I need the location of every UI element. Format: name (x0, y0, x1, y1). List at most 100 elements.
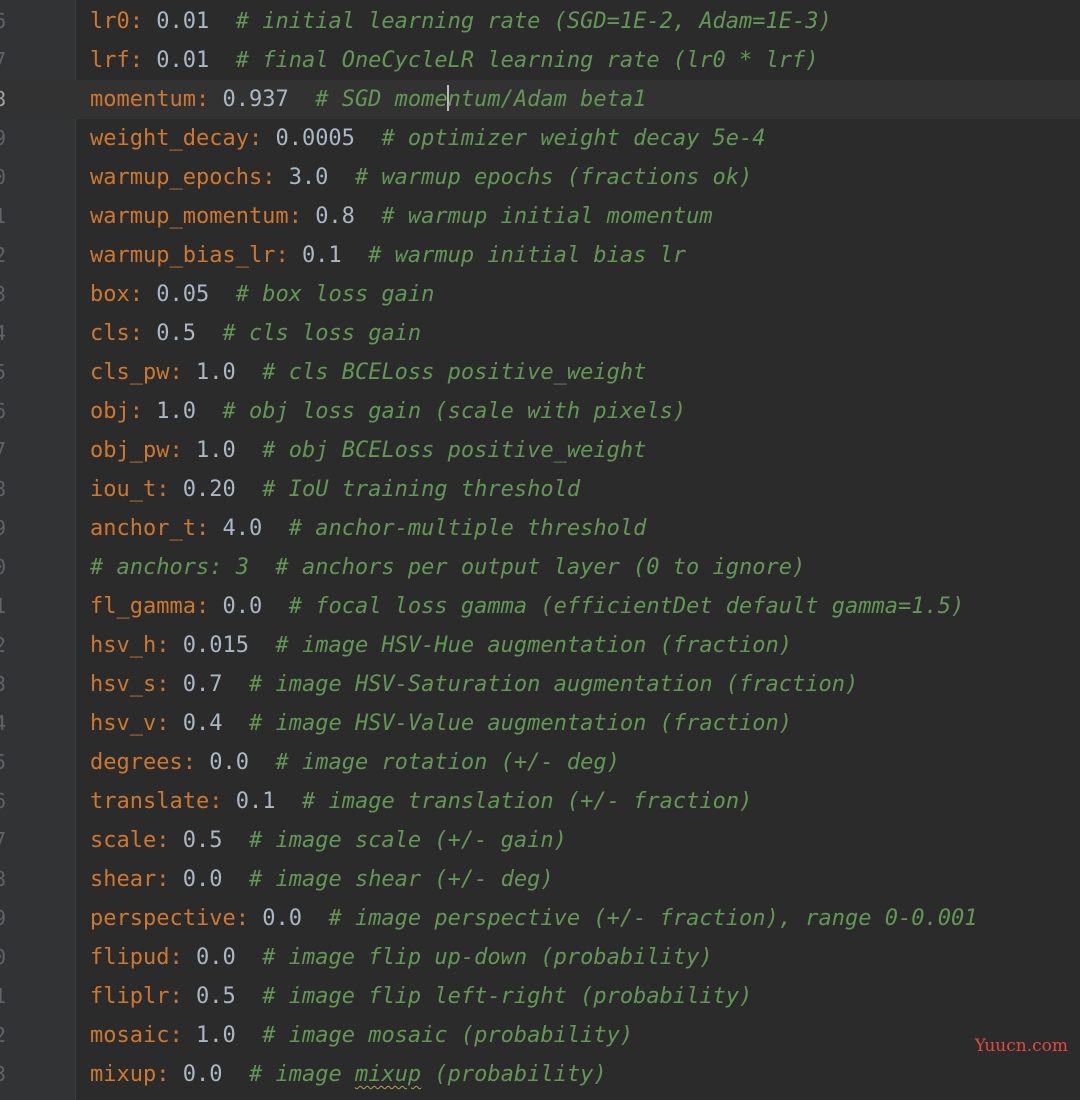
code-line[interactable]: 9 weight_decay: 0.0005 # optimizer weight… (0, 119, 1080, 158)
code-line[interactable]: 3 box: 0.05 # box loss gain (0, 275, 1080, 314)
code-line[interactable]: 1 warmup_momentum: 0.8 # warmup initial m… (0, 197, 1080, 236)
yaml-key: momentum (90, 87, 196, 112)
code-text[interactable]: mosaic: 1.0 # image mosaic (probability) (90, 1016, 633, 1055)
yaml-value: 1.0 (156, 399, 196, 424)
code-text[interactable]: momentum: 0.937 # SGD momentum/Adam beta… (90, 80, 646, 119)
line-number: 5 (0, 750, 7, 774)
code-line[interactable]: 1 fliplr: 0.5 # image flip left-right (pr… (0, 977, 1080, 1016)
code-text[interactable]: # anchors: 3 # anchors per output layer … (90, 548, 805, 587)
line-number: 8 (0, 87, 7, 111)
comment-text: # image HSV-Value augmentation (fraction… (248, 711, 793, 736)
comment-text: # image HSV-Hue augmentation (fraction) (275, 633, 793, 658)
code-text[interactable]: hsv_h: 0.015 # image HSV-Hue augmentatio… (90, 626, 792, 665)
colon: : (129, 9, 157, 34)
code-line[interactable]: 7 obj_pw: 1.0 # obj BCELoss positive_weig… (0, 431, 1080, 470)
code-line[interactable]: 6 lr0: 0.01 # initial learning rate (SGD=… (0, 2, 1080, 41)
code-line[interactable]: 3 mixup: 0.0 # image mixup (probability) (0, 1055, 1080, 1094)
yaml-value: 0.0 (222, 594, 263, 619)
code-line[interactable]: 4 hsv_v: 0.4 # image HSV-Value augmentati… (0, 704, 1080, 743)
yaml-key: obj (90, 399, 130, 424)
code-text[interactable]: scale: 0.5 # image scale (+/- gain) (90, 821, 567, 860)
code-text[interactable]: translate: 0.1 # image translation (+/- … (90, 782, 752, 821)
code-text[interactable]: flipud: 0.0 # image flip up-down (probab… (90, 938, 713, 977)
yaml-key: mosaic (90, 1023, 170, 1048)
line-number: 6 (0, 399, 7, 423)
line-number: 8 (0, 867, 7, 891)
code-line[interactable]: 6 translate: 0.1 # image translation (+/-… (0, 782, 1080, 821)
code-text[interactable]: perspective: 0.0 # image perspective (+/… (90, 899, 977, 938)
code-text[interactable]: lr0: 0.01 # initial learning rate (SGD=1… (90, 2, 832, 41)
comment-text: # image rotation (+/- deg) (275, 750, 620, 775)
code-text[interactable]: shear: 0.0 # image shear (+/- deg) (90, 860, 554, 899)
colon: : (156, 1062, 183, 1087)
code-line[interactable]: 2 mosaic: 1.0 # image mosaic (probability… (0, 1016, 1080, 1055)
code-line[interactable]: 2 warmup_bias_lr: 0.1 # warmup initial bi… (0, 236, 1080, 275)
code-line[interactable]: 5 degrees: 0.0 # image rotation (+/- deg) (0, 743, 1080, 782)
code-line[interactable]: 2 hsv_h: 0.015 # image HSV-Hue augmentati… (0, 626, 1080, 665)
yaml-value: 4.0 (222, 516, 263, 541)
spellcheck-word[interactable]: mixup (355, 1062, 421, 1087)
code-editor[interactable]: 6 lr0: 0.01 # initial learning rate (SGD=… (0, 0, 1080, 1100)
line-number: 6 (0, 789, 7, 813)
yaml-value: 0.0005 (275, 126, 355, 151)
code-text[interactable]: hsv_v: 0.4 # image HSV-Value augmentatio… (90, 704, 792, 743)
code-text[interactable]: warmup_momentum: 0.8 # warmup initial mo… (90, 197, 713, 236)
code-line[interactable]: 9 perspective: 0.0 # image perspective (+… (0, 899, 1080, 938)
code-line[interactable]: 9 anchor_t: 4.0 # anchor-multiple thresho… (0, 509, 1080, 548)
code-text[interactable]: mixup: 0.0 # image mixup (probability) (90, 1055, 607, 1094)
comment-text: # focal loss gamma (efficientDet default… (288, 594, 965, 619)
code-line[interactable]: 5 cls_pw: 1.0 # cls BCELoss positive_weig… (0, 353, 1080, 392)
code-line[interactable]: 8 shear: 0.0 # image shear (+/- deg) (0, 860, 1080, 899)
code-text[interactable]: iou_t: 0.20 # IoU training threshold (90, 470, 580, 509)
code-text[interactable]: warmup_epochs: 3.0 # warmup epochs (frac… (90, 158, 752, 197)
yaml-key: cls (90, 321, 130, 346)
colon: : (156, 828, 183, 853)
code-area[interactable]: 6 lr0: 0.01 # initial learning rate (SGD=… (0, 0, 1080, 1100)
yaml-key: hsv_s (90, 672, 157, 697)
comment-text: (probability) (421, 1062, 607, 1087)
code-line[interactable]: 1 fl_gamma: 0.0 # focal loss gamma (effic… (0, 587, 1080, 626)
line-number: 4 (0, 321, 7, 345)
yaml-key: perspective (90, 906, 236, 931)
code-text[interactable]: fl_gamma: 0.0 # focal loss gamma (effici… (90, 587, 964, 626)
code-line[interactable]: 7 scale: 0.5 # image scale (+/- gain) (0, 821, 1080, 860)
code-line[interactable]: 0 warmup_epochs: 3.0 # warmup epochs (fra… (0, 158, 1080, 197)
code-line[interactable]: 7 lrf: 0.01 # final OneCycleLR learning r… (0, 41, 1080, 80)
code-text[interactable]: warmup_bias_lr: 0.1 # warmup initial bia… (90, 236, 686, 275)
comment-text: # initial learning rate (SGD=1E-2, Adam=… (235, 9, 832, 34)
code-line[interactable]: 4 cls: 0.5 # cls loss gain (0, 314, 1080, 353)
yaml-value: 0.01 (156, 9, 210, 34)
code-text[interactable]: obj: 1.0 # obj loss gain (scale with pix… (90, 392, 686, 431)
yaml-key: warmup_bias_lr (90, 243, 276, 268)
code-line[interactable]: 8 iou_t: 0.20 # IoU training threshold (0, 470, 1080, 509)
comment-text: # anchors: 3 # anchors per output layer … (90, 555, 806, 580)
code-text[interactable]: degrees: 0.0 # image rotation (+/- deg) (90, 743, 620, 782)
comment-text: # cls BCELoss positive_weight (262, 360, 647, 385)
yaml-key: translate (90, 789, 210, 814)
comment-text: # image mosaic (probability) (262, 1023, 634, 1048)
line-number: 0 (0, 165, 7, 189)
yaml-value: 0.01 (156, 48, 210, 73)
code-text[interactable]: weight_decay: 0.0005 # optimizer weight … (90, 119, 766, 158)
code-text[interactable]: anchor_t: 4.0 # anchor-multiple threshol… (90, 509, 646, 548)
colon: : (275, 243, 302, 268)
code-line[interactable]: 0 flipud: 0.0 # image flip up-down (proba… (0, 938, 1080, 977)
comment-text: # warmup initial momentum (381, 204, 713, 229)
code-line[interactable]: 6 obj: 1.0 # obj loss gain (scale with pi… (0, 392, 1080, 431)
code-text[interactable]: box: 0.05 # box loss gain (90, 275, 434, 314)
line-number: 3 (0, 282, 7, 306)
code-text[interactable]: obj_pw: 1.0 # obj BCELoss positive_weigh… (90, 431, 646, 470)
code-line-current[interactable]: 8 momentum: 0.937 # SGD momentum/Adam bet… (0, 80, 1080, 119)
yaml-value: 0.015 (182, 633, 249, 658)
code-text[interactable]: cls: 0.5 # cls loss gain (90, 314, 421, 353)
line-number: 1 (0, 204, 7, 228)
code-line[interactable]: 3 hsv_s: 0.7 # image HSV-Saturation augme… (0, 665, 1080, 704)
line-number: 2 (0, 633, 7, 657)
line-number: 0 (0, 555, 7, 579)
code-text[interactable]: cls_pw: 1.0 # cls BCELoss positive_weigh… (90, 353, 646, 392)
code-text[interactable]: lrf: 0.01 # final OneCycleLR learning ra… (90, 41, 819, 80)
yaml-value: 0.5 (182, 828, 223, 853)
code-text[interactable]: fliplr: 0.5 # image flip left-right (pro… (90, 977, 752, 1016)
code-text[interactable]: hsv_s: 0.7 # image HSV-Saturation augmen… (90, 665, 858, 704)
code-line[interactable]: 0 # anchors: 3 # anchors per output layer… (0, 548, 1080, 587)
